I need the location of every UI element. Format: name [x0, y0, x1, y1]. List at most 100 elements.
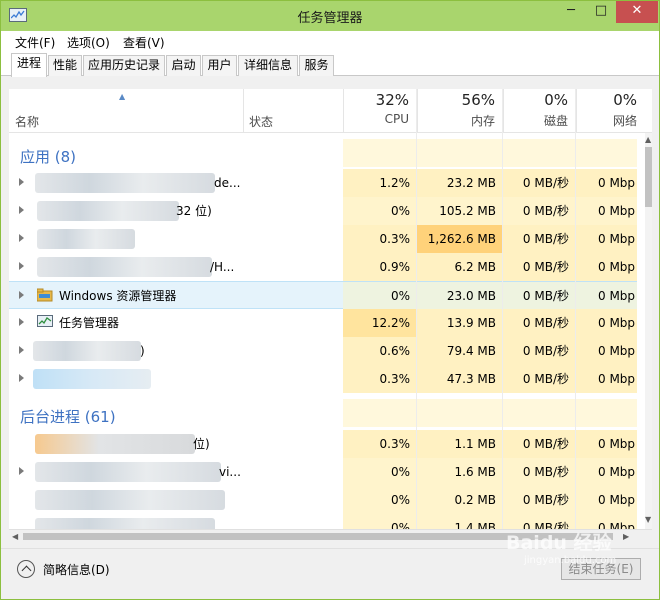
tab-bar: 进程 性能 应用历史记录 启动 用户 详细信息 服务: [1, 52, 659, 77]
column-disk[interactable]: 0% 磁盘: [503, 89, 576, 133]
process-name: ): [140, 344, 145, 358]
memory-value: 79.4 MB: [446, 344, 496, 358]
fewer-details-link[interactable]: 简略信息(D): [43, 561, 110, 578]
cpu-value: 0.3%: [379, 232, 411, 246]
process-name: vi...: [219, 465, 241, 479]
redacted-name: [35, 434, 195, 454]
column-status[interactable]: 状态: [249, 113, 273, 130]
sort-up-icon: ▲: [119, 92, 126, 101]
group-header-apps: 应用 (8): [9, 139, 637, 167]
disk-value: 0 MB/秒: [522, 493, 569, 507]
folder-icon: [36, 288, 53, 303]
network-label: 网络: [612, 114, 637, 128]
cpu-value: 0.6%: [379, 344, 411, 358]
network-value: 0 Mbp: [598, 289, 636, 303]
vertical-scroll-thumb[interactable]: [645, 147, 652, 207]
network-total: 0%: [613, 91, 637, 109]
expand-arrow-icon[interactable]: [19, 291, 24, 299]
scroll-up-icon[interactable]: ▲: [645, 135, 651, 144]
network-value: 0 Mbp: [598, 437, 636, 451]
table-row-selected[interactable]: Windows 资源管理器 0% 23.0 MB 0 MB/秒 0 Mbp: [9, 281, 637, 310]
disk-value: 0 MB/秒: [522, 260, 569, 274]
memory-value: 23.0 MB: [446, 289, 496, 303]
cpu-value: 12.2%: [371, 316, 410, 330]
network-value: 0 Mbp: [598, 521, 636, 529]
close-button[interactable]: ✕: [616, 1, 658, 23]
tab-performance[interactable]: 性能: [48, 55, 82, 76]
group-title-background: 后台进程 (61): [20, 408, 116, 426]
column-name[interactable]: 名称: [15, 113, 39, 130]
disk-label: 磁盘: [543, 114, 568, 128]
title-bar[interactable]: 任务管理器 ─ □ ✕: [1, 1, 659, 31]
scroll-down-icon[interactable]: ▼: [645, 515, 651, 524]
table-row[interactable]: 0% 0.2 MB 0 MB/秒 0 Mbp: [9, 486, 637, 514]
group-title-apps: 应用 (8): [20, 148, 77, 166]
table-row[interactable]: 32 位) 0% 105.2 MB 0 MB/秒 0 Mbp: [9, 197, 637, 225]
tab-services[interactable]: 服务: [299, 55, 334, 76]
disk-value: 0 MB/秒: [522, 204, 569, 218]
expand-arrow-icon[interactable]: [19, 374, 24, 382]
expand-arrow-icon[interactable]: [19, 206, 24, 214]
tab-details[interactable]: 详细信息: [238, 55, 298, 76]
column-network[interactable]: 0% 网络: [576, 89, 645, 133]
scroll-left-icon[interactable]: ◀: [12, 532, 18, 541]
vertical-scrollbar[interactable]: ▲ ▼: [645, 133, 652, 529]
menu-options[interactable]: 选项(O): [67, 34, 110, 51]
column-cpu[interactable]: 32% CPU: [343, 89, 417, 133]
table-row[interactable]: 0% 1.4 MB 0 MB/秒 0 Mbp: [9, 514, 637, 529]
expand-arrow-icon[interactable]: [19, 346, 24, 354]
menu-file[interactable]: 文件(F): [15, 34, 55, 51]
disk-value: 0 MB/秒: [522, 344, 569, 358]
column-memory[interactable]: 56% 内存: [417, 89, 503, 133]
network-value: 0 Mbp: [598, 316, 636, 330]
cpu-value: 1.2%: [379, 176, 411, 190]
table-row[interactable]: 位) 0.3% 1.1 MB 0 MB/秒 0 Mbp: [9, 430, 637, 458]
minimize-button[interactable]: ─: [556, 1, 586, 23]
network-value: 0 Mbp: [598, 232, 636, 246]
maximize-button[interactable]: □: [586, 1, 616, 23]
tab-app-history[interactable]: 应用历史记录: [83, 55, 165, 76]
chevron-up-icon[interactable]: [17, 560, 35, 578]
network-value: 0 Mbp: [598, 493, 636, 507]
disk-value: 0 MB/秒: [522, 465, 569, 479]
cpu-value: 0.9%: [379, 260, 411, 274]
table-row[interactable]: /H... 0.9% 6.2 MB 0 MB/秒 0 Mbp: [9, 253, 637, 281]
network-value: 0 Mbp: [598, 344, 636, 358]
task-manager-icon: [37, 315, 53, 330]
disk-value: 0 MB/秒: [522, 521, 569, 529]
table-row[interactable]: ) 0.6% 79.4 MB 0 MB/秒 0 Mbp: [9, 337, 637, 365]
memory-value: 6.2 MB: [454, 260, 496, 274]
table-row[interactable]: 0.3% 1,262.6 MB 0 MB/秒 0 Mbp: [9, 225, 637, 253]
redacted-name: [35, 490, 225, 510]
table-row[interactable]: 任务管理器 12.2% 13.9 MB 0 MB/秒 0 Mbp: [9, 309, 637, 337]
network-value: 0 Mbp: [598, 465, 636, 479]
expand-arrow-icon[interactable]: [19, 262, 24, 270]
task-manager-window: 任务管理器 ─ □ ✕ 文件(F) 选项(O) 查看(V) 进程 性能 应用历史…: [0, 0, 660, 600]
redacted-name: [35, 518, 215, 529]
expand-arrow-icon[interactable]: [19, 234, 24, 242]
redacted-name: [37, 201, 179, 221]
redacted-name: [37, 229, 135, 249]
group-header-background: 后台进程 (61): [9, 399, 637, 427]
memory-value: 1.4 MB: [454, 521, 496, 529]
process-name: 32 位): [176, 204, 212, 218]
tab-users[interactable]: 用户: [202, 55, 237, 76]
cpu-value: 0%: [390, 204, 410, 218]
tab-processes[interactable]: 进程: [11, 53, 47, 77]
network-value: 0 Mbp: [598, 372, 636, 386]
tab-startup[interactable]: 启动: [166, 55, 201, 76]
table-row[interactable]: 0.3% 47.3 MB 0 MB/秒 0 Mbp: [9, 365, 637, 393]
column-header: ▲ 名称 状态 32% CPU 56% 内存 0% 磁盘 0% 网络: [9, 89, 652, 133]
expand-arrow-icon[interactable]: [19, 178, 24, 186]
expand-arrow-icon[interactable]: [19, 318, 24, 326]
table-row[interactable]: de... 1.2% 23.2 MB 0 MB/秒 0 Mbp: [9, 169, 637, 197]
process-name: 任务管理器: [59, 316, 120, 330]
menu-bar: 文件(F) 选项(O) 查看(V): [1, 31, 659, 52]
table-row[interactable]: vi... 0% 1.6 MB 0 MB/秒 0 Mbp: [9, 458, 637, 486]
network-value: 0 Mbp: [598, 260, 636, 274]
cpu-value: 0%: [390, 289, 410, 303]
memory-value: 1,262.6 MB: [427, 232, 496, 246]
menu-view[interactable]: 查看(V): [123, 34, 165, 51]
expand-arrow-icon[interactable]: [19, 467, 24, 475]
memory-value: 23.2 MB: [446, 176, 496, 190]
